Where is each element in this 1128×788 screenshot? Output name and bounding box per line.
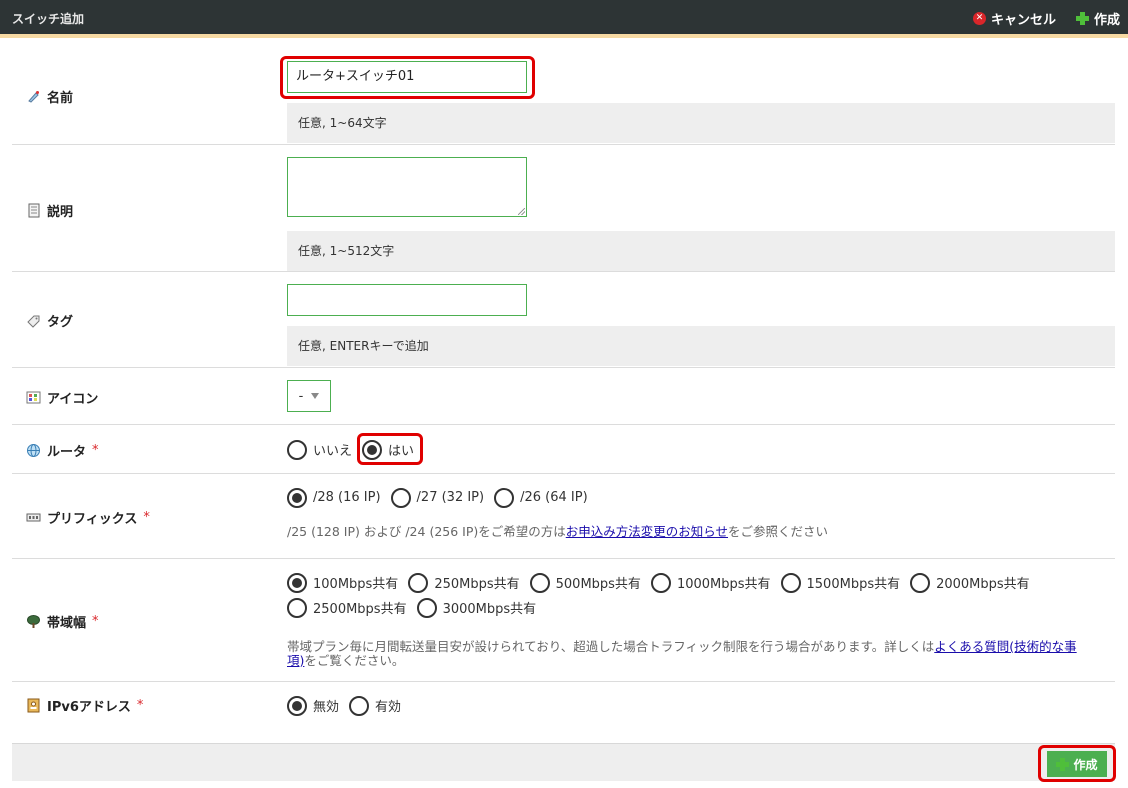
tags-icon <box>27 315 40 328</box>
icon-grid-icon <box>26 391 41 404</box>
bandwidth-option-500[interactable]: 500Mbps共有 <box>529 570 641 595</box>
field-icon: - <box>287 380 1115 412</box>
notebook-icon <box>28 203 40 218</box>
bandwidth-option-100[interactable]: 100Mbps共有 <box>287 570 398 595</box>
ipv6-option-disabled[interactable]: 無効 <box>287 693 339 718</box>
label-description: 説明 <box>26 201 73 220</box>
row-ipv6: IPv6アドレス * 無効 有効 <box>12 682 1115 742</box>
radio-circle[interactable] <box>780 572 801 593</box>
prefix-option-26[interactable]: /26 (64 IP) <box>494 485 588 510</box>
radio-circle[interactable] <box>390 487 411 508</box>
radio-circle[interactable] <box>287 439 307 460</box>
bandwidth-option-1500[interactable]: 1500Mbps共有 <box>780 570 900 595</box>
tag-hint: 任意, ENTERキーで追加 <box>287 326 1115 366</box>
radio-circle-selected[interactable] <box>287 572 307 593</box>
radio-circle[interactable] <box>349 695 370 716</box>
chevron-down-icon <box>311 393 320 399</box>
field-tag: 任意, ENTERキーで追加 <box>287 284 1115 366</box>
row-router: ルータ * いいえ はい <box>12 425 1115 474</box>
label-router: ルータ * <box>26 441 99 460</box>
tag-pen-icon <box>28 91 39 103</box>
tree-icon <box>27 615 40 628</box>
globe-icon <box>27 444 40 457</box>
label-name: 名前 <box>26 87 73 106</box>
plus-icon <box>1056 757 1070 771</box>
label-tag: タグ <box>26 311 73 330</box>
bandwidth-option-2000[interactable]: 2000Mbps共有 <box>910 570 1030 595</box>
label-bandwidth: 帯域幅 * <box>26 612 99 631</box>
router-option-yes[interactable]: はい <box>362 437 414 462</box>
faq-link[interactable]: よくある質問(技術的な事 <box>934 639 1076 654</box>
radio-circle[interactable] <box>494 487 515 508</box>
router-option-no[interactable]: いいえ <box>287 437 352 462</box>
field-bandwidth: 100Mbps共有 250Mbps共有 500Mbps共有 1000Mbps共有… <box>287 570 1115 668</box>
prefix-note: /25 (128 IP) および /24 (256 IP)をご希望の方はお申込み… <box>287 524 829 539</box>
radio-circle[interactable] <box>416 597 437 618</box>
network-card-icon <box>26 513 41 522</box>
cancel-button[interactable]: ✕ キャンセル <box>972 9 1056 28</box>
create-button[interactable]: 作成 <box>1047 751 1107 777</box>
radio-circle[interactable] <box>529 572 550 593</box>
row-tag: タグ 任意, ENTERキーで追加 <box>12 272 1115 368</box>
router-radio-group: いいえ はい <box>287 437 1115 462</box>
field-prefix: /28 (16 IP) /27 (32 IP) /26 (64 IP) /25 … <box>287 485 1115 539</box>
row-prefix: プリフィックス * /28 (16 IP) /27 (32 IP) /26 (64… <box>12 474 1115 559</box>
row-name: 名前 ルータ+スイッチ01 任意, 1~64文字 <box>12 42 1115 145</box>
bandwidth-option-3000[interactable]: 3000Mbps共有 <box>416 595 536 620</box>
header-actions: ✕ キャンセル 作成 <box>972 9 1120 28</box>
dialog-title: スイッチ追加 <box>12 12 85 26</box>
field-name: ルータ+スイッチ01 任意, 1~64文字 <box>287 61 1115 143</box>
ipv6-option-enabled[interactable]: 有効 <box>349 693 401 718</box>
header-create-button[interactable]: 作成 <box>1075 9 1120 28</box>
description-textarea[interactable] <box>287 157 527 217</box>
name-hint: 任意, 1~64文字 <box>287 103 1115 143</box>
faq-link-continued[interactable]: 項) <box>287 653 304 668</box>
radio-circle[interactable] <box>910 572 931 593</box>
radio-circle[interactable] <box>650 572 671 593</box>
icon-select[interactable]: - <box>287 380 331 412</box>
radio-circle[interactable] <box>287 597 307 618</box>
plus-icon <box>1075 12 1089 25</box>
radio-circle[interactable] <box>408 572 429 593</box>
header-create-label: 作成 <box>1093 13 1120 28</box>
create-label: 作成 <box>1073 757 1098 772</box>
label-prefix: プリフィックス * <box>26 508 150 527</box>
description-hint: 任意, 1~512文字 <box>287 231 1115 271</box>
cancel-label: キャンセル <box>990 13 1056 28</box>
ipv6-radio-group: 無効 有効 <box>287 693 1115 718</box>
resize-grip-icon[interactable] <box>518 208 525 215</box>
bandwidth-note: 帯域プラン毎に月間転送量目安が設けられており、超過した場合トラフィック制限を行う… <box>287 639 1077 668</box>
row-description: 説明 任意, 1~512文字 <box>12 145 1115 272</box>
radio-circle-selected[interactable] <box>287 487 307 508</box>
dialog-footer: 作成 <box>12 743 1116 782</box>
radio-circle-selected[interactable] <box>362 439 383 460</box>
label-icon: アイコン <box>26 388 98 407</box>
bandwidth-radio-group: 100Mbps共有 250Mbps共有 500Mbps共有 1000Mbps共有… <box>287 570 1047 620</box>
prefix-option-27[interactable]: /27 (32 IP) <box>390 485 484 510</box>
field-description: 任意, 1~512文字 <box>287 157 1115 271</box>
row-bandwidth: 帯域幅 * 100Mbps共有 250Mbps共有 500Mbps共有 1000M… <box>12 559 1115 682</box>
switch-form: 名前 ルータ+スイッチ01 任意, 1~64文字 説明 任意, 1~512文字 … <box>12 42 1115 742</box>
prefix-radio-group: /28 (16 IP) /27 (32 IP) /26 (64 IP) <box>287 485 1115 510</box>
close-icon: ✕ <box>972 12 986 25</box>
label-ipv6: IPv6アドレス * <box>26 696 143 715</box>
name-input[interactable]: ルータ+スイッチ01 <box>287 61 527 93</box>
bandwidth-option-2500[interactable]: 2500Mbps共有 <box>287 595 407 620</box>
address-book-icon <box>27 698 40 713</box>
bandwidth-option-250[interactable]: 250Mbps共有 <box>408 570 520 595</box>
tag-input[interactable] <box>287 284 527 316</box>
row-icon: アイコン - <box>12 368 1115 425</box>
prefix-notice-link[interactable]: お申込み方法変更のお知らせ <box>566 524 728 539</box>
bandwidth-option-1000[interactable]: 1000Mbps共有 <box>650 570 771 595</box>
prefix-option-28[interactable]: /28 (16 IP) <box>287 485 381 510</box>
dialog-header: スイッチ追加 ✕ キャンセル 作成 <box>0 0 1128 38</box>
radio-circle-selected[interactable] <box>287 695 307 716</box>
